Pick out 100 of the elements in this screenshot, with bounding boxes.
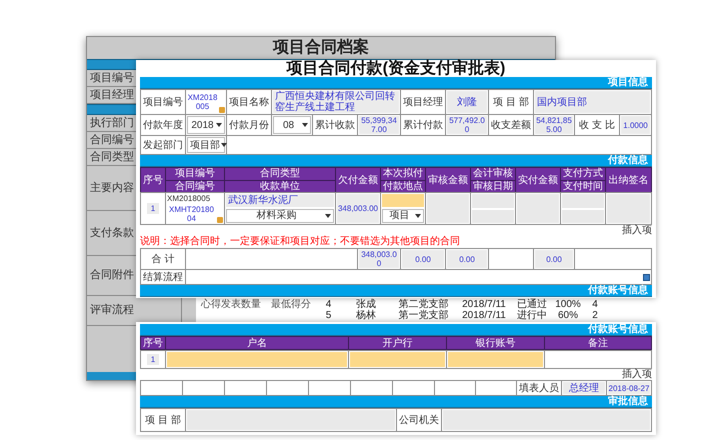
field-label: 项 目 部	[493, 96, 529, 108]
value-field: 0.00	[402, 250, 444, 268]
row-number: 1	[146, 203, 160, 214]
column-header-text: 备注	[587, 337, 609, 349]
field-label: 合同附件	[90, 268, 134, 284]
field-label: 累计付款	[403, 120, 443, 130]
section-header: 付款账号信息	[140, 285, 652, 297]
cell-text: 进行中	[516, 310, 548, 322]
value-field: 54,821,855.00	[535, 116, 573, 134]
value-field: 0.00	[535, 250, 573, 268]
table-cell	[183, 381, 224, 395]
cell-text: XM2018005	[167, 194, 212, 203]
cell-text: 杨林	[355, 310, 377, 322]
value-field: 广西恒央建材有限公司回转窑生产线土建工程	[273, 91, 399, 113]
dropdown[interactable]: 2018	[187, 116, 225, 134]
dropdown[interactable]: 项目	[382, 208, 424, 223]
readonly-field	[472, 194, 514, 208]
column-header-text: 本次拟付	[382, 168, 424, 179]
dropdown[interactable]: 材料采购	[226, 208, 334, 223]
field-label: 付款年度	[143, 120, 183, 130]
caret-icon	[216, 123, 222, 127]
row-number: 1	[146, 354, 160, 365]
field-label: 公司机关	[399, 414, 439, 426]
table-cell	[393, 381, 434, 395]
value-field: 0.00	[447, 250, 487, 268]
table-cell	[267, 381, 308, 395]
table-cell	[309, 381, 350, 395]
table-cell	[435, 381, 475, 395]
field-label: 执行部门	[90, 116, 134, 131]
caret-icon	[415, 214, 421, 218]
cell-text: 第二党支部	[398, 298, 450, 310]
dropdown[interactable]: 08	[273, 116, 311, 134]
value-field: 55,399,347.00	[359, 116, 399, 134]
field-label: 主要内容	[90, 180, 134, 196]
value-field: 2018-08-27	[608, 382, 650, 394]
field-label: 项 目 部	[145, 414, 181, 426]
column-header-text: 会计审核	[472, 168, 514, 179]
cell-text: 张成	[355, 298, 377, 310]
value-field: 总经理	[563, 382, 605, 394]
readonly-field	[472, 210, 514, 223]
cell-text: 心得发表数量	[200, 298, 262, 310]
cell-text: 2018/7/11	[461, 298, 507, 310]
section-header: 审批信息	[140, 396, 652, 408]
column-header-text: 序号	[142, 174, 164, 188]
field-label: 收支差额	[491, 120, 531, 130]
readonly-field	[562, 210, 604, 223]
value-field: 1.0000	[621, 116, 650, 134]
field-label: 合 计	[152, 254, 174, 264]
column-header-text: 项目编号	[174, 168, 216, 179]
column-header-text: 出纳签名	[608, 174, 650, 188]
input-field[interactable]	[382, 194, 424, 206]
column-header-text: 开户行	[382, 337, 414, 349]
value-field: 577,492.00	[447, 116, 487, 134]
field-label: 发起部门	[143, 140, 183, 150]
form-title: 项目合同付款(资金支付审批表)	[285, 60, 506, 77]
note-text: 说明：选择合同时，一定要保证和项目对应；不要错选为其他项目的合同	[140, 236, 461, 248]
value-field: 348,003.00	[337, 194, 379, 223]
field-label: 项目名称	[229, 96, 269, 108]
cell-text: 最低得分	[270, 298, 312, 310]
field-label: 合同编号	[90, 132, 134, 148]
lookup-field[interactable]: XM2018005	[187, 91, 225, 113]
field-label: 合同类型	[90, 150, 134, 165]
caret-icon	[221, 143, 227, 147]
value-field: 348,003.00	[359, 250, 399, 268]
form-icon	[217, 217, 223, 223]
caret-icon	[302, 123, 308, 127]
field-label: 累计收款	[315, 120, 355, 130]
cell-text: 100%	[554, 298, 582, 310]
caret-icon	[325, 214, 331, 218]
cell-text: 2018/7/11	[461, 310, 507, 322]
table-cell	[141, 381, 182, 395]
insert-link[interactable]: 插入项	[622, 369, 652, 380]
field-label: 评审流程	[90, 302, 134, 318]
table-cell	[351, 381, 392, 395]
sheet-icon[interactable]	[643, 274, 650, 280]
field-label: 项目经理	[403, 96, 443, 108]
lookup-field[interactable]: XMHT2018004	[167, 205, 223, 223]
form-icon	[219, 107, 225, 113]
field-label: 填表人员	[519, 382, 559, 394]
insert-link[interactable]: 插入项	[622, 225, 652, 236]
column-header-text: 户名	[246, 337, 268, 349]
section-header: 付款信息	[140, 155, 652, 167]
dropdown[interactable]: 项目部	[187, 137, 225, 153]
column-header-text: 实付金额	[517, 174, 559, 188]
cell-text: 5	[324, 310, 332, 322]
field-label: 支付条款	[90, 226, 134, 241]
cell-text: 第一党支部	[398, 310, 450, 322]
document-title: 项目合同档案	[272, 37, 370, 58]
section-header: 项目信息	[140, 77, 652, 89]
readonly-field	[562, 194, 604, 208]
field-label: 项目经理	[90, 88, 134, 103]
column-header-text: 银行账号	[474, 337, 516, 349]
cell-text: 60%	[556, 310, 579, 322]
field-label: 收 支 比	[579, 120, 615, 130]
value-field: 武汉新华水泥厂	[226, 194, 334, 206]
cell-text: 已通过	[516, 298, 548, 310]
field-label: 付款月份	[229, 120, 269, 130]
column-header-text: 合同类型	[259, 168, 301, 179]
column-header-text: 支付方式	[562, 168, 604, 179]
field-label: 结算流程	[143, 272, 183, 282]
